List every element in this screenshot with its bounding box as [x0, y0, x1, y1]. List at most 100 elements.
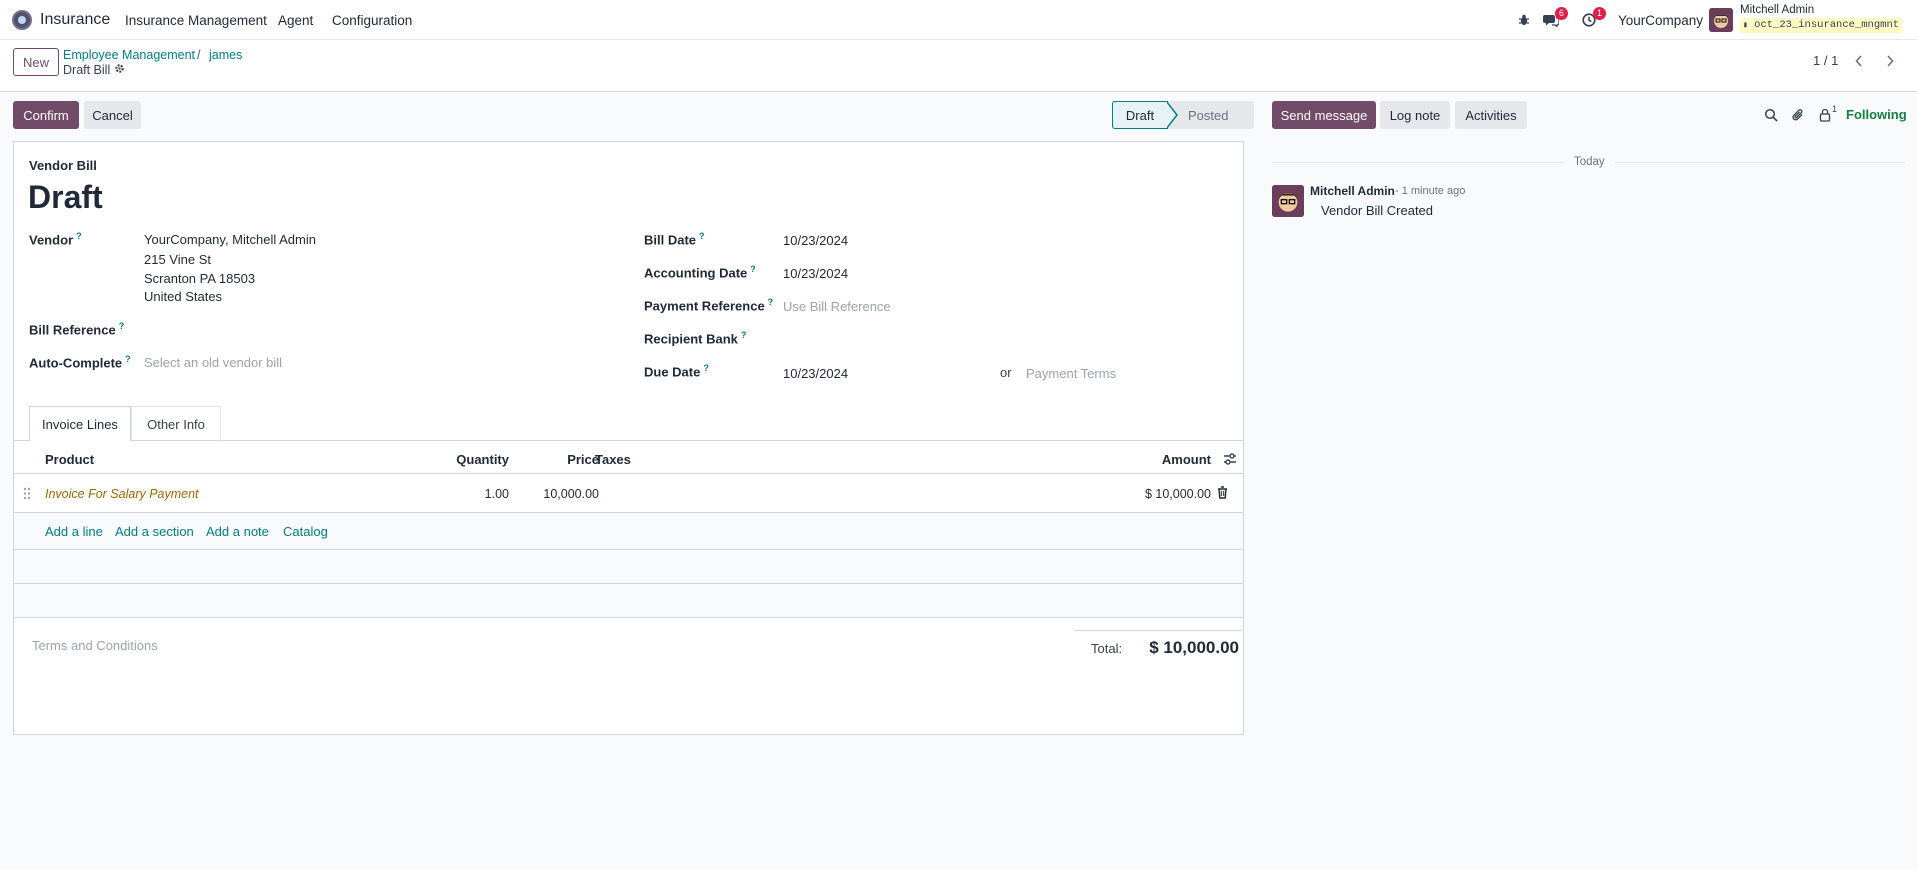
message-author-avatar[interactable] [1272, 185, 1304, 217]
help-tooltip-icon[interactable]: ? [125, 354, 131, 364]
message-author[interactable]: Mitchell Admin [1310, 184, 1395, 198]
following-toggle[interactable]: Following [1846, 107, 1907, 122]
form-sheet: Vendor Bill Draft Vendor? YourCompany, M… [13, 141, 1244, 735]
empty-row [14, 584, 1243, 617]
activities-badge: 1 [1593, 7, 1606, 20]
followers-count: 1 [1832, 104, 1838, 114]
bill-date-label-text: Bill Date [644, 232, 697, 248]
payment-reference-input[interactable]: Use Bill Reference [783, 299, 891, 314]
cancel-button[interactable]: Cancel [84, 101, 141, 129]
add-line-link[interactable]: Add a line [45, 524, 103, 539]
control-panel: New Employee Management / james Draft Bi… [0, 40, 1917, 92]
vendor-label-text: Vendor [29, 232, 74, 248]
status-step-posted[interactable]: Posted [1168, 101, 1254, 129]
confirm-button[interactable]: Confirm [13, 101, 79, 129]
vendor-city: Scranton PA 18503 [144, 271, 256, 286]
column-header-product[interactable]: Product [45, 452, 94, 467]
app-logo-icon[interactable] [12, 10, 32, 30]
accounting-date-label: Accounting Date? [644, 264, 756, 280]
help-tooltip-icon[interactable]: ? [703, 363, 709, 373]
send-message-button[interactable]: Send message [1272, 101, 1376, 129]
row-divider [14, 617, 1243, 618]
paperclip-icon[interactable] [1788, 105, 1808, 125]
drag-handle-icon[interactable] [23, 487, 31, 503]
vendor-name[interactable]: YourCompany, Mitchell Admin [144, 232, 316, 247]
menu-agent[interactable]: Agent [278, 13, 313, 28]
total-value: $ 10,000.00 [1149, 638, 1239, 657]
date-divider-right [1615, 162, 1905, 163]
auto-complete-input[interactable]: Select an old vendor bill [144, 355, 282, 370]
pager-value[interactable]: 1 / 1 [1813, 53, 1838, 68]
optional-columns-toggle-icon[interactable] [1223, 452, 1237, 469]
line-quantity[interactable]: 1.00 [414, 487, 509, 501]
new-button[interactable]: New [13, 48, 59, 76]
search-icon[interactable] [1761, 105, 1781, 125]
delete-line-trash-icon[interactable] [1217, 486, 1228, 502]
line-amount: $ 10,000.00 [1144, 487, 1211, 501]
column-header-amount[interactable]: Amount [1114, 452, 1211, 467]
help-tooltip-icon[interactable]: ? [119, 321, 125, 331]
payment-terms-input[interactable]: Payment Terms [1026, 366, 1116, 381]
status-step-draft-label: Draft [1125, 107, 1155, 123]
menu-insurance-management[interactable]: Insurance Management [125, 13, 267, 28]
message-timestamp: - 1 minute ago [1395, 185, 1466, 197]
app-name[interactable]: Insurance [40, 11, 110, 29]
bill-reference-label: Bill Reference? [29, 321, 124, 337]
bill-date-input[interactable]: 10/23/2024 [783, 233, 848, 248]
terms-and-conditions-input[interactable]: Terms and Conditions [32, 638, 158, 653]
breadcrumb-current-label: Draft Bill [63, 63, 111, 77]
tab-invoice-lines[interactable]: Invoice Lines [29, 406, 131, 442]
help-tooltip-icon[interactable]: ? [750, 264, 756, 274]
messages-badge: 6 [1555, 7, 1568, 20]
line-product[interactable]: Invoice For Salary Payment [45, 487, 199, 501]
messages-icon[interactable]: 6 [1541, 7, 1568, 30]
debug-bug-icon[interactable] [1514, 10, 1534, 30]
followers-lock-icon[interactable]: 1 [1815, 104, 1838, 125]
breadcrumb-james[interactable]: james [209, 48, 242, 62]
add-section-link[interactable]: Add a section [115, 524, 194, 539]
pager-next-button[interactable] [1877, 50, 1903, 72]
activities-clock-icon[interactable]: 1 [1579, 7, 1606, 30]
due-date-label-text: Due Date [644, 364, 701, 380]
user-avatar[interactable] [1709, 8, 1733, 32]
date-separator: Today [1574, 156, 1605, 168]
message-body: Vendor Bill Created [1321, 203, 1434, 218]
column-header-price[interactable]: Price [524, 452, 599, 467]
line-price[interactable]: 10,000.00 [514, 487, 599, 501]
column-header-quantity[interactable]: Quantity [414, 452, 509, 467]
due-date-input[interactable]: 10/23/2024 [783, 366, 848, 381]
header-divider [14, 473, 1243, 474]
gear-icon[interactable] [114, 63, 125, 77]
status-step-draft[interactable]: Draft [1112, 101, 1178, 129]
status-bar: Draft Posted [1112, 101, 1254, 129]
log-note-button[interactable]: Log note [1380, 101, 1450, 129]
vendor-country: United States [144, 289, 223, 304]
pager-previous-button[interactable] [1846, 50, 1872, 72]
recipient-bank-input[interactable] [783, 328, 1223, 348]
user-name[interactable]: Mitchell Admin [1740, 4, 1814, 16]
database-name-tag: ▮ oct_23_insurance_mngmnt [1740, 18, 1903, 33]
add-line-row [14, 513, 1243, 549]
document-type: Vendor Bill [29, 158, 97, 173]
add-note-link[interactable]: Add a note [206, 524, 269, 539]
tab-other-info[interactable]: Other Info [131, 406, 221, 442]
activities-button[interactable]: Activities [1455, 101, 1527, 129]
help-tooltip-icon[interactable]: ? [741, 330, 747, 340]
database-icon: ▮ [1743, 21, 1748, 30]
payment-reference-label: Payment Reference? [644, 297, 773, 313]
menu-configuration[interactable]: Configuration [332, 13, 412, 28]
help-tooltip-icon[interactable]: ? [699, 231, 705, 241]
bill-reference-input[interactable] [144, 318, 614, 338]
company-switcher[interactable]: YourCompany [1618, 13, 1703, 28]
empty-row [14, 550, 1243, 583]
accounting-date-input[interactable]: 10/23/2024 [783, 266, 848, 281]
top-navbar: Insurance Insurance Management Agent Con… [0, 0, 1917, 40]
catalog-link[interactable]: Catalog [283, 524, 328, 539]
bill-date-label: Bill Date? [644, 231, 705, 247]
help-tooltip-icon[interactable]: ? [76, 231, 82, 241]
total-divider [1075, 630, 1242, 631]
auto-complete-label-text: Auto-Complete [29, 355, 123, 371]
column-header-taxes[interactable]: Taxes [595, 452, 631, 467]
help-tooltip-icon[interactable]: ? [768, 297, 774, 307]
breadcrumb-employee-management[interactable]: Employee Management [63, 48, 195, 62]
